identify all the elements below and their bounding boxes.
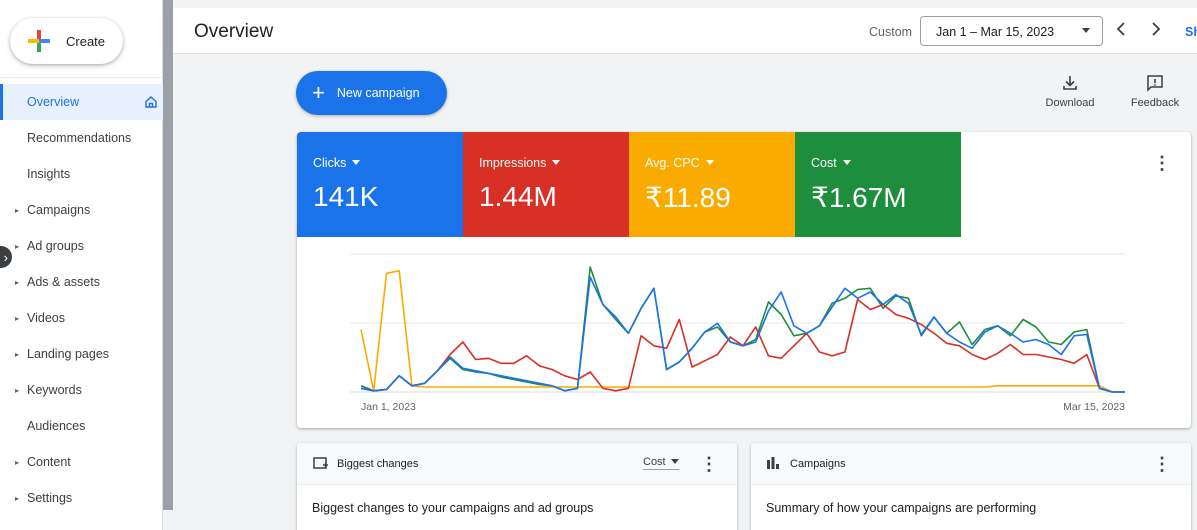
metric-value: 141K [313,181,379,212]
metric-tile-clicks[interactable]: Clicks 141K [297,132,463,237]
sidebar-item-recommendations[interactable]: Recommendations [0,120,163,156]
sidebar-item-label: Ad groups [27,239,84,253]
metric-name: Avg. CPC [645,156,700,170]
metric-name: Impressions [479,156,547,170]
sidebar-item-label: Audiences [27,419,86,433]
metric-value: ₹1.67M [811,182,907,213]
card-title: Campaigns [790,458,846,470]
metric-name: Cost [811,156,837,170]
previous-period-button[interactable] [1111,20,1131,42]
dropdown-arrow-icon [670,459,679,464]
sidebar-item-campaigns[interactable]: ▸ Campaigns [0,192,163,228]
feedback-button[interactable]: Feedback [1123,74,1187,114]
create-label: Create [66,33,106,49]
metric-name: Clicks [313,156,347,170]
date-range-select[interactable]: Jan 1 – Mar 15, 2023 [920,16,1103,46]
card-subtitle: Summary of how your campaigns are perfor… [766,501,1037,515]
date-range-type-label: Custom [869,25,913,39]
expand-caret-icon: ▸ [15,313,20,323]
card-subtitle: Biggest changes to your campaigns and ad… [312,501,594,515]
plus-icon [28,30,50,52]
sidebar-item-settings[interactable]: ▸ Settings [0,480,163,516]
series-line-avg-cpc [360,269,1125,393]
new-campaign-label: New campaign [336,86,420,100]
sidebar-item-insights[interactable]: Insights [0,156,163,192]
sidebar-nav: Overview Recommendations Insights ▸ Campaign… [0,84,163,516]
feedback-label: Feedback [1130,97,1180,109]
sidebar-item-content[interactable]: ▸ Content [0,444,163,480]
dropdown-arrow-icon [1082,28,1090,33]
biggest-changes-card: Biggest changes Cost ⋮ Biggest changes t… [297,443,737,530]
expand-caret-icon: ▸ [15,241,20,251]
download-label: Download [1045,97,1095,109]
create-button[interactable]: Create [10,18,123,64]
home-icon [145,96,157,108]
sidebar-item-label: Keywords [27,383,82,397]
performance-line-chart: Jan 1, 2023 Mar 15, 2023 [350,253,1125,413]
page-title: Overview [194,21,274,42]
expand-caret-icon: ▸ [15,457,20,467]
more-options-icon[interactable]: ⋮ [1153,154,1171,174]
metric-tile-cost[interactable]: Cost ₹1.67M [795,132,961,237]
bar-chart-icon [767,457,779,469]
x-axis-start-label: Jan 1, 2023 [361,401,416,413]
expand-caret-icon: ▸ [15,493,20,503]
metric-tile-avg-cpc[interactable]: Avg. CPC ₹11.89 [629,132,795,237]
sidebar-scrollbar[interactable] [163,0,173,510]
x-axis-end-label: Mar 15, 2023 [1063,401,1125,413]
dropdown-arrow-icon [842,160,851,165]
expand-caret-icon: ▸ [15,277,20,287]
sidebar-item-ads-assets[interactable]: ▸ Ads & assets [0,264,163,300]
changes-icon [313,457,328,469]
expand-caret-icon: ▸ [15,349,20,359]
sidebar-item-audiences[interactable]: Audiences [0,408,163,444]
page-header: Overview Custom Jan 1 – Mar 15, 2023 Sh [173,8,1197,54]
dropdown-arrow-icon [352,160,361,165]
series-line-cost [360,266,1125,393]
card-title: Biggest changes [337,458,419,470]
performance-card: Clicks 141K Impressions 1.44M Avg. CPC ₹… [297,132,1191,428]
feedback-icon [1147,75,1163,92]
sort-metric-value: Cost [643,456,666,468]
date-range-value: Jan 1 – Mar 15, 2023 [936,25,1055,39]
expand-caret-icon: ▸ [15,385,20,395]
more-options-icon[interactable]: ⋮ [700,455,718,475]
sidebar-item-landing-pages[interactable]: ▸ Landing pages [0,336,163,372]
sidebar-item-label: Campaigns [27,203,91,217]
nav-divider [0,77,163,78]
sidebar-item-overview[interactable]: Overview [0,84,163,120]
sidebar-item-label: Settings [27,491,73,505]
more-options-icon[interactable]: ⋮ [1153,455,1171,475]
dropdown-arrow-icon [552,160,561,165]
sidebar-item-label: Ads & assets [27,275,100,289]
sidebar-item-label: Recommendations [27,131,132,145]
sidebar-item-ad-groups[interactable]: ▸ Ad groups [0,228,163,264]
sidebar-item-videos[interactable]: ▸ Videos [0,300,163,336]
expand-caret-icon: ▸ [15,205,20,215]
plus-icon: + [312,80,325,105]
sidebar-item-label: Landing pages [27,347,110,361]
new-campaign-button[interactable]: + New campaign [296,71,447,115]
sidebar-item-label: Insights [27,167,71,181]
sidebar-item-label: Content [27,455,71,469]
campaigns-card: Campaigns ⋮ Summary of how your campaign… [751,443,1191,530]
sidebar-item-label: Videos [27,311,65,325]
next-period-button[interactable] [1146,20,1166,42]
sidebar: Create Overview Recommendations Insights ▸ C… [0,0,163,530]
show-link[interactable]: Sh [1185,25,1197,39]
chevron-right-icon [1152,22,1161,36]
sort-metric-select[interactable]: Cost [643,456,679,470]
download-icon [1063,76,1077,90]
dropdown-arrow-icon [705,160,714,165]
sidebar-item-keywords[interactable]: ▸ Keywords [0,372,163,408]
metric-value: 1.44M [479,181,557,212]
download-button[interactable]: Download [1038,74,1102,114]
metric-tile-impressions[interactable]: Impressions 1.44M [463,132,629,237]
chevron-left-icon [1116,22,1125,36]
sidebar-item-label: Overview [27,95,80,109]
metric-value: ₹11.89 [645,182,731,213]
